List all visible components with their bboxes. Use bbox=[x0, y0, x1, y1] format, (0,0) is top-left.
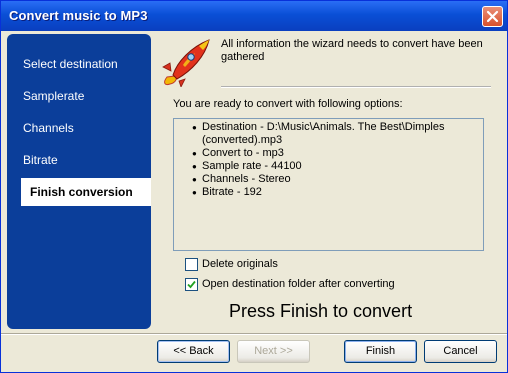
sidebar-item-samplerate[interactable]: Samplerate bbox=[23, 82, 84, 110]
option-bitrate: Bitrate - 192 bbox=[192, 186, 483, 199]
ready-label: You are ready to convert with following … bbox=[173, 98, 403, 110]
title-bar[interactable]: Convert music to MP3 bbox=[1, 1, 507, 31]
option-destination: Destination - D:\Music\Animals. The Best… bbox=[192, 121, 483, 134]
press-finish-message: Press Finish to convert bbox=[229, 301, 413, 321]
close-icon bbox=[486, 10, 499, 23]
sidebar-item-select-destination[interactable]: Select destination bbox=[23, 50, 118, 78]
wizard-window: Convert music to MP3 Select destination … bbox=[0, 0, 508, 373]
sidebar-item-finish-conversion[interactable]: Finish conversion bbox=[21, 178, 151, 206]
header-message: All information the wizard needs to conv… bbox=[221, 38, 483, 63]
options-list[interactable]: Destination - D:\Music\Animals. The Best… bbox=[173, 118, 484, 251]
wizard-steps-sidebar: Select destination Samplerate Channels B… bbox=[7, 34, 151, 329]
next-button[interactable]: Next >> bbox=[237, 340, 310, 363]
option-destination-continued: (converted).mp3 bbox=[202, 134, 283, 146]
delete-originals-label: Delete originals bbox=[202, 258, 278, 270]
sidebar-item-channels[interactable]: Channels bbox=[23, 114, 74, 142]
option-sample-rate: Sample rate - 44100 bbox=[192, 160, 483, 173]
rocket-icon bbox=[162, 39, 210, 87]
window-title: Convert music to MP3 bbox=[9, 8, 148, 23]
finish-button[interactable]: Finish bbox=[344, 340, 417, 363]
back-button[interactable]: << Back bbox=[157, 340, 230, 363]
button-divider bbox=[1, 333, 507, 335]
option-channels: Channels - Stereo bbox=[192, 173, 483, 186]
option-convert-to: Convert to - mp3 bbox=[192, 147, 483, 160]
cancel-button[interactable]: Cancel bbox=[424, 340, 497, 363]
close-button[interactable] bbox=[482, 6, 503, 27]
sidebar-item-bitrate[interactable]: Bitrate bbox=[23, 146, 58, 174]
delete-originals-row[interactable]: Delete originals bbox=[185, 257, 278, 271]
open-folder-checkbox[interactable] bbox=[185, 277, 198, 291]
open-folder-label: Open destination folder after converting bbox=[202, 278, 395, 290]
checkmark-icon bbox=[187, 280, 196, 288]
delete-originals-checkbox[interactable] bbox=[185, 257, 198, 271]
header-divider bbox=[221, 86, 491, 88]
open-folder-row[interactable]: Open destination folder after converting bbox=[185, 277, 395, 291]
